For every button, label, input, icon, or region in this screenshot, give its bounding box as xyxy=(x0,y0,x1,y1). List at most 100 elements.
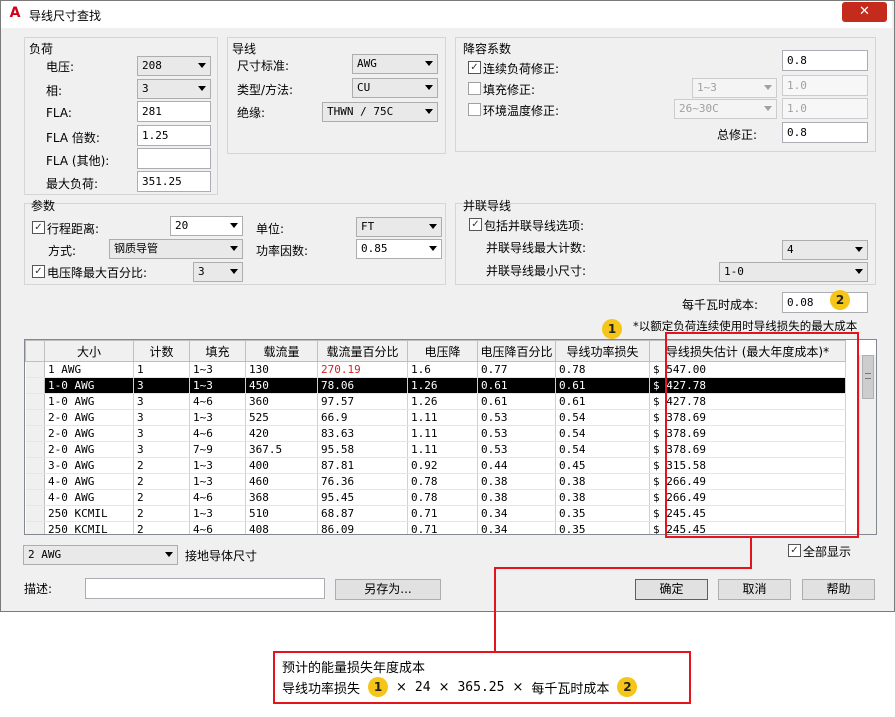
ambient-field[interactable]: 1.0 xyxy=(782,98,868,119)
column-header[interactable]: 计数 xyxy=(133,340,190,362)
row-header[interactable] xyxy=(25,473,45,490)
column-header[interactable]: 填充 xyxy=(189,340,246,362)
table-corner xyxy=(25,340,45,362)
standard-select[interactable]: AWG xyxy=(352,54,438,74)
fla-label: FLA: xyxy=(46,106,72,120)
fla-other-field[interactable] xyxy=(137,148,211,169)
fla-mult-field[interactable]: 1.25 xyxy=(137,125,211,146)
row-header[interactable] xyxy=(25,425,45,442)
column-header[interactable]: 载流量 xyxy=(245,340,318,362)
table-cell: 68.87 xyxy=(317,505,408,522)
row-header[interactable] xyxy=(25,521,45,534)
phase-label: 相: xyxy=(46,84,63,98)
row-header[interactable] xyxy=(25,457,45,474)
window-title: 导线尺寸查找 xyxy=(29,9,102,23)
fla-mult-label: FLA 倍数: xyxy=(46,131,100,145)
table-cell: 0.78 xyxy=(407,473,478,490)
cost-field[interactable]: 0.08 xyxy=(782,292,868,313)
row-header[interactable] xyxy=(25,505,45,522)
chevron-down-icon xyxy=(429,246,437,251)
table-scrollbar[interactable] xyxy=(859,355,876,534)
wire-group-title: 导线 xyxy=(232,42,257,56)
badge-two: 2 xyxy=(830,290,850,310)
row-header[interactable] xyxy=(25,409,45,426)
standard-label: 尺寸标准: xyxy=(237,59,290,73)
table-cell: 3-0 AWG xyxy=(44,457,134,474)
continuous-field[interactable]: 0.8 xyxy=(782,50,868,71)
desc-field[interactable] xyxy=(85,578,325,599)
ok-button[interactable]: 确定 xyxy=(635,579,708,600)
chevron-down-icon xyxy=(198,86,206,91)
row-header[interactable] xyxy=(25,489,45,506)
table-cell: 4~6 xyxy=(189,521,246,534)
column-header[interactable]: 电压降百分比 xyxy=(477,340,556,362)
distance-select[interactable]: 20 xyxy=(170,216,243,236)
pf-select[interactable]: 0.85 xyxy=(356,239,442,259)
total-field[interactable]: 0.8 xyxy=(782,122,868,143)
unit-select[interactable]: FT xyxy=(356,217,442,237)
table-cell: 0.38 xyxy=(477,473,556,490)
show-all-checkbox[interactable]: ✓ xyxy=(788,544,801,557)
fill-select[interactable]: 1~3 xyxy=(692,78,777,98)
continuous-checkbox[interactable]: ✓ xyxy=(468,61,481,74)
parallel-checkbox[interactable]: ✓ xyxy=(469,218,482,231)
table-cell: 97.57 xyxy=(317,393,408,410)
fla-field[interactable]: 281 xyxy=(137,101,211,122)
derate-group-title: 降容系数 xyxy=(463,42,512,56)
formula-badge-two: 2 xyxy=(617,677,638,697)
max-load-field[interactable]: 351.25 xyxy=(137,171,211,192)
table-cell: 368 xyxy=(245,489,318,506)
table-cell: 3 xyxy=(133,409,190,426)
table-cell: 250 KCMIL xyxy=(44,505,134,522)
table-cell: 2 xyxy=(133,489,190,506)
table-cell: 4-0 AWG xyxy=(44,489,134,506)
table-cell: 408 xyxy=(245,521,318,534)
help-button[interactable]: 帮助 xyxy=(802,579,875,600)
fill-checkbox[interactable] xyxy=(468,82,481,95)
column-header[interactable]: 导线功率损失 xyxy=(555,340,650,362)
phase-select[interactable]: 3 xyxy=(137,79,211,99)
table-cell: 3 xyxy=(133,425,190,442)
ground-select[interactable]: 2 AWG xyxy=(23,545,178,565)
table-cell: 0.34 xyxy=(477,521,556,534)
column-header[interactable]: 载流量百分比 xyxy=(317,340,408,362)
save-as-button[interactable]: 另存为... xyxy=(335,579,441,600)
table-cell: 2 xyxy=(133,521,190,534)
row-header[interactable] xyxy=(25,377,45,394)
distance-checkbox[interactable]: ✓ xyxy=(32,221,45,234)
max-count-select[interactable]: 4 xyxy=(782,240,868,260)
type-select[interactable]: CU xyxy=(352,78,438,98)
method-select[interactable]: 钢质导管 xyxy=(109,239,243,259)
chevron-down-icon xyxy=(425,61,433,66)
parallel-include-label: 包括并联导线选项: xyxy=(484,219,585,233)
min-size-select[interactable]: 1-0 xyxy=(719,262,868,282)
vdrop-select[interactable]: 3 xyxy=(193,262,243,282)
desc-label: 描述: xyxy=(24,582,53,596)
ambient-checkbox[interactable] xyxy=(468,103,481,116)
row-header[interactable] xyxy=(25,441,45,458)
table-cell: 87.81 xyxy=(317,457,408,474)
chevron-down-icon xyxy=(855,269,863,274)
table-cell: 1~3 xyxy=(189,505,246,522)
table-cell: 4~6 xyxy=(189,425,246,442)
chevron-down-icon xyxy=(230,223,238,228)
column-header[interactable]: 大小 xyxy=(44,340,134,362)
table-cell: 0.61 xyxy=(555,377,650,394)
column-header[interactable]: 电压降 xyxy=(407,340,478,362)
table-cell: 0.92 xyxy=(407,457,478,474)
vdrop-checkbox[interactable]: ✓ xyxy=(32,265,45,278)
table-cell: 3 xyxy=(133,441,190,458)
table-cell: 0.35 xyxy=(555,505,650,522)
voltage-select[interactable]: 208 xyxy=(137,56,211,76)
close-button[interactable]: ✕ xyxy=(842,2,887,22)
table-cell: 1~3 xyxy=(189,457,246,474)
fill-field[interactable]: 1.0 xyxy=(782,75,868,96)
table-cell: 0.54 xyxy=(555,409,650,426)
table-cell: 4~6 xyxy=(189,489,246,506)
insulation-select[interactable]: THWN / 75C xyxy=(322,102,438,122)
ambient-select[interactable]: 26~30C xyxy=(674,99,777,119)
row-header[interactable] xyxy=(25,361,45,378)
cancel-button[interactable]: 取消 xyxy=(718,579,791,600)
row-header[interactable] xyxy=(25,393,45,410)
table-cell: 66.9 xyxy=(317,409,408,426)
